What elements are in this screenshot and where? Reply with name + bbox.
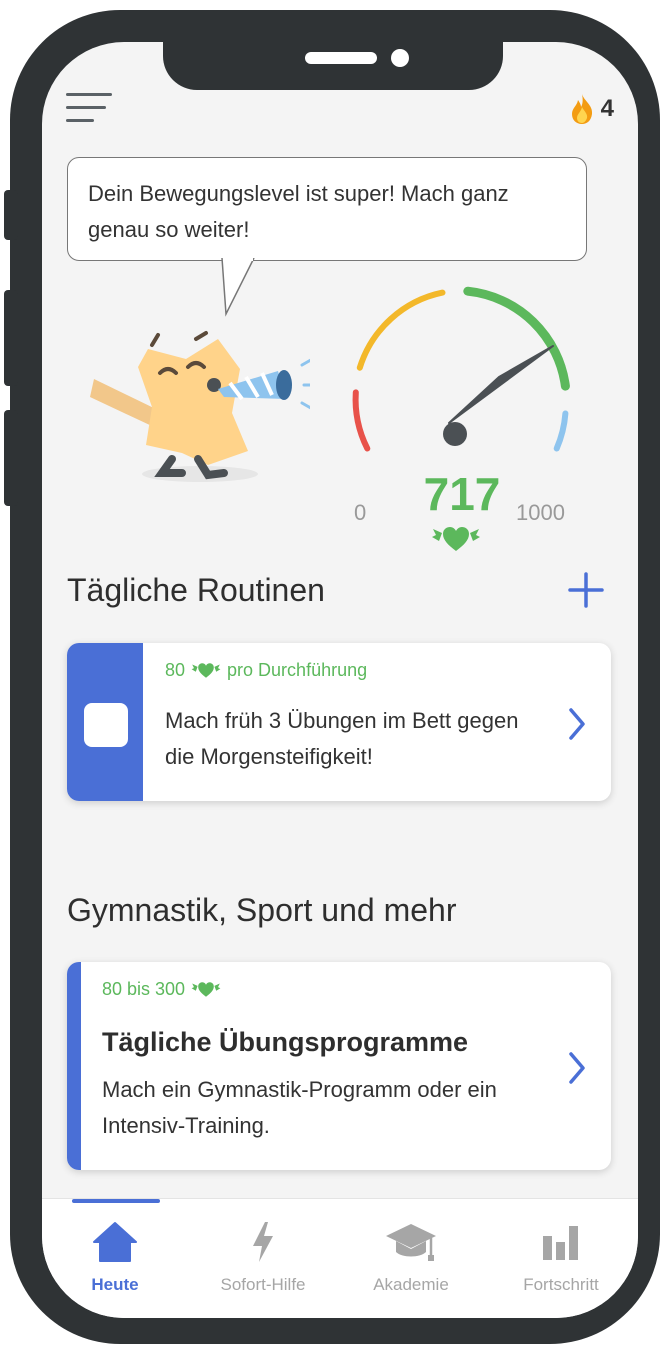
active-tab-indicator [72,1199,160,1203]
tab-label: Akademie [373,1275,449,1294]
section-title-gymnastics: Gymnastik, Sport und mehr [67,892,457,928]
routine-points: 80 pro Durchführung [165,660,367,681]
phone-notch [163,30,503,90]
gauge-min-label: 0 [354,500,367,525]
gauge-score: 717 [423,468,501,520]
streak-count: 4 [600,95,614,122]
tab-akademie[interactable]: Akademie [356,1219,466,1295]
exercise-program-card[interactable]: 80 bis 300 Tägliche Übungsprogramme Mach… [67,962,611,1170]
home-icon [93,1222,137,1262]
speaker-grille [305,52,377,64]
speech-bubble-tail [221,258,255,317]
exercise-points-value: 80 bis 300 [102,979,186,999]
exercise-card-text: Mach ein Gymnastik-Programm oder ein Int… [102,1077,497,1138]
tab-heute[interactable]: Heute [60,1219,170,1295]
gauge-max-label: 1000 [516,500,565,525]
routine-checkbox[interactable] [84,703,128,747]
gauge-arc-red [352,389,371,452]
tab-label: Heute [91,1275,139,1294]
tab-label: Fortschritt [523,1275,599,1294]
mascot-illustration [90,331,310,482]
bottom-tab-bar: Heute Sofort-Hilfe Akademie Fortschritt [42,1198,638,1318]
plus-icon[interactable] [566,570,606,610]
hamburger-menu-icon[interactable] [66,90,112,126]
streak-counter[interactable]: 4 [569,92,614,126]
winged-heart-icon [191,982,221,997]
tab-sofort-hilfe[interactable]: Sofort-Hilfe [208,1219,318,1295]
lightning-icon [253,1222,273,1262]
app-screen: 4 Dein Bewegungslevel ist super! Mach ga… [42,42,638,1318]
speech-bubble: Dein Bewegungslevel ist super! Mach ganz… [67,157,587,261]
routine-points-suffix: pro Durchführung [227,660,368,680]
section-title-daily-routines: Tägliche Routinen [67,572,325,608]
volume-down-button [4,410,18,506]
bar-chart-icon [543,1226,578,1260]
routine-card[interactable]: 80 pro Durchführung Mach früh 3 Übungen … [67,643,611,801]
graduation-cap-icon [386,1224,436,1261]
tab-fortschritt[interactable]: Fortschritt [506,1219,616,1295]
gauge-arc-blue [553,410,569,452]
winged-heart-icon [432,527,480,551]
gauge-needle [448,345,554,424]
exercise-points: 80 bis 300 [102,979,221,1000]
score-gauge [352,286,570,452]
chevron-right-icon[interactable] [567,1051,587,1085]
tab-label: Sofort-Hilfe [220,1275,306,1294]
gauge-arc-yellow [356,289,446,371]
volume-up-button [4,290,18,386]
mute-switch [4,190,18,240]
exercise-card-title: Tägliche Übungsprogramme [102,1027,469,1057]
chevron-right-icon[interactable] [567,707,587,741]
routine-text: Mach früh 3 Übungen im Bett gegen die Mo… [165,708,519,769]
flame-icon [571,94,592,124]
routine-card-stripe [67,643,143,801]
winged-heart-icon [191,663,221,678]
routine-points-value: 80 [165,660,186,680]
front-camera [391,49,409,67]
exercise-card-stripe [67,962,81,1170]
